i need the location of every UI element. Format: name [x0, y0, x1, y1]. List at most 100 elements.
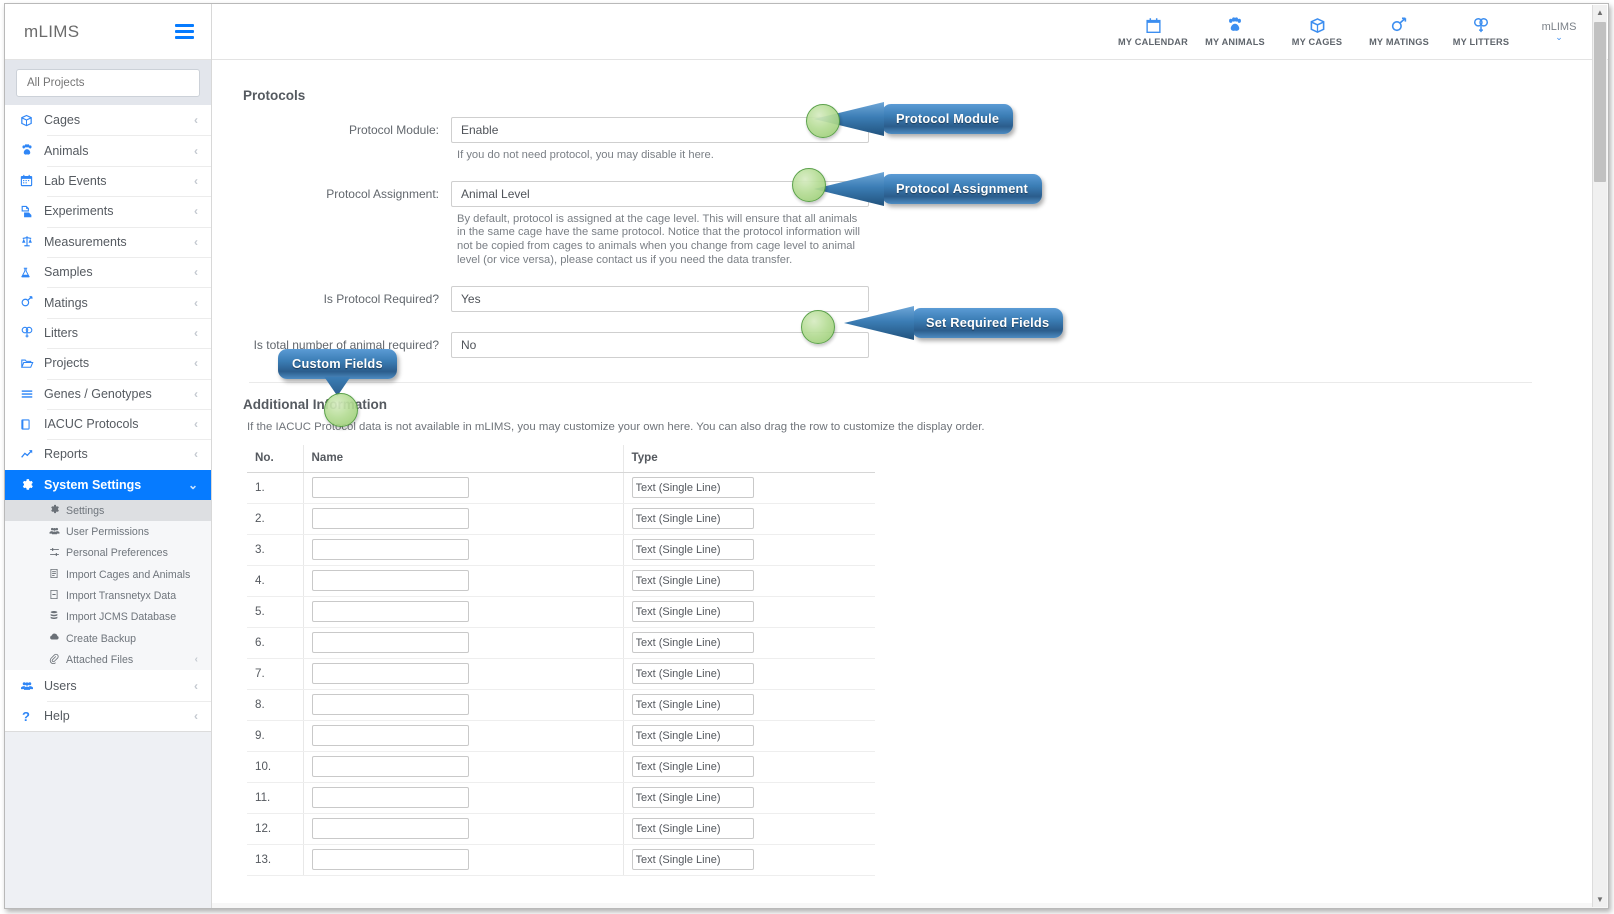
- hamburger-line: [175, 30, 194, 33]
- table-row[interactable]: 7.: [247, 658, 875, 690]
- database-icon: [49, 610, 66, 624]
- sidebar-subitem-import-jcms-database[interactable]: Import JCMS Database: [5, 607, 211, 628]
- project-selector-input[interactable]: [16, 68, 200, 97]
- chevron-left-icon: ‹: [194, 143, 198, 158]
- table-row[interactable]: 12.: [247, 813, 875, 845]
- sidebar-item-system-settings[interactable]: System Settings ⌄: [5, 469, 211, 501]
- table-row[interactable]: 11.: [247, 782, 875, 814]
- topnav-my-matings[interactable]: MY MATINGS: [1358, 16, 1440, 47]
- topnav-my-cages[interactable]: MY CAGES: [1276, 17, 1358, 47]
- sidebar-item-animals[interactable]: Animals ‹: [5, 135, 211, 166]
- table-row[interactable]: 3.: [247, 534, 875, 566]
- table-header-row: No. Name Type: [247, 444, 875, 473]
- custom-field-type-select[interactable]: [631, 694, 754, 716]
- field-hint: By default, protocol is assigned at the …: [457, 212, 860, 266]
- custom-field-name-input[interactable]: [311, 849, 469, 871]
- sidebar-item-experiments[interactable]: Experiments ‹: [5, 196, 211, 227]
- scroll-down-arrow-icon[interactable]: ▼: [1593, 892, 1607, 907]
- table-row[interactable]: 13.: [247, 844, 875, 876]
- custom-field-type-select[interactable]: [631, 539, 754, 561]
- callout-custom-fields: Custom Fields: [278, 349, 397, 396]
- vertical-scrollbar[interactable]: ▲ ▼: [1592, 5, 1607, 907]
- custom-field-name-input[interactable]: [311, 756, 469, 778]
- import-icon: [49, 568, 66, 582]
- custom-field-name-input[interactable]: [311, 539, 469, 561]
- sidebar-item-samples[interactable]: Samples ‹: [5, 256, 211, 288]
- sidebar-subitem-user-permissions[interactable]: User Permissions: [5, 521, 211, 542]
- account-menu[interactable]: mLIMS ⌄: [1528, 21, 1590, 43]
- sidebar-item-users[interactable]: Users ‹: [5, 670, 211, 701]
- sidebar-subitem-create-backup[interactable]: Create Backup: [5, 628, 211, 649]
- sidebar-subitem-import-cages-and-animals[interactable]: Import Cages and Animals: [5, 564, 211, 585]
- folder-icon: [20, 357, 44, 370]
- custom-field-name-input[interactable]: [311, 818, 469, 840]
- sidebar: mLIMS Cages ‹: [5, 4, 212, 908]
- callout-marker-protocol-assignment: [792, 168, 826, 202]
- custom-field-name-input[interactable]: [311, 725, 469, 747]
- sidebar-item-help[interactable]: ? Help ‹: [5, 700, 211, 732]
- topnav-my-litters[interactable]: MY LITTERS: [1440, 17, 1522, 47]
- sidebar-item-label: Help: [44, 709, 70, 724]
- custom-field-name-input[interactable]: [311, 663, 469, 685]
- custom-field-name-input[interactable]: [311, 694, 469, 716]
- custom-field-type-select[interactable]: [631, 601, 754, 623]
- topnav-my-calendar[interactable]: MY CALENDAR: [1112, 17, 1194, 47]
- topnav-my-animals[interactable]: MY ANIMALS: [1194, 16, 1276, 47]
- table-row[interactable]: 6.: [247, 627, 875, 659]
- custom-field-type-select[interactable]: [631, 725, 754, 747]
- table-row[interactable]: 2.: [247, 503, 875, 535]
- sidebar-item-label: Genes / Genotypes: [44, 386, 152, 401]
- table-row[interactable]: 9.: [247, 720, 875, 752]
- custom-field-type-select[interactable]: [631, 849, 754, 871]
- sidebar-item-reports[interactable]: Reports ‹: [5, 439, 211, 470]
- sidebar-item-matings[interactable]: Matings ‹: [5, 287, 211, 318]
- custom-field-name-input[interactable]: [311, 787, 469, 809]
- sidebar-subitem-import-transnetyx-data[interactable]: Import Transnetyx Data: [5, 585, 211, 606]
- sidebar-subitem-settings[interactable]: Settings: [5, 500, 211, 522]
- scroll-up-arrow-icon[interactable]: ▲: [1593, 5, 1607, 20]
- custom-field-type-select[interactable]: [631, 508, 754, 530]
- sliders-icon: [49, 547, 66, 560]
- table-row[interactable]: 8.: [247, 689, 875, 721]
- custom-field-type-select[interactable]: [631, 632, 754, 654]
- row-name-cell: [303, 720, 624, 752]
- topnav-label: MY CALENDAR: [1118, 36, 1188, 47]
- topnav-label: MY CAGES: [1291, 36, 1343, 47]
- sidebar-item-label: Cages: [44, 113, 81, 128]
- custom-field-name-input[interactable]: [311, 508, 469, 530]
- file-icon: [49, 589, 66, 603]
- chevron-left-icon: ‹: [194, 356, 198, 371]
- table-row[interactable]: 5.: [247, 596, 875, 628]
- custom-field-type-select[interactable]: [631, 663, 754, 685]
- custom-field-type-select[interactable]: [631, 570, 754, 592]
- sidebar-item-cages[interactable]: Cages ‹: [5, 105, 211, 136]
- custom-field-name-input[interactable]: [311, 570, 469, 592]
- sidebar-subitem-attached-files[interactable]: Attached Files ‹: [5, 649, 211, 670]
- sidebar-item-label: Users: [44, 678, 77, 693]
- scrollbar-thumb[interactable]: [1594, 22, 1606, 182]
- custom-field-name-input[interactable]: [311, 601, 469, 623]
- question-icon: ?: [22, 708, 30, 724]
- custom-field-name-input[interactable]: [311, 477, 469, 499]
- hamburger-menu-icon[interactable]: [175, 24, 194, 39]
- chevron-left-icon: ‹: [194, 709, 198, 724]
- sidebar-subitem-personal-preferences[interactable]: Personal Preferences: [5, 543, 211, 564]
- custom-field-type-select[interactable]: [631, 477, 754, 499]
- table-row[interactable]: 4.: [247, 565, 875, 597]
- topnav-label: MY LITTERS: [1452, 36, 1510, 47]
- sidebar-item-iacuc-protocols[interactable]: IACUC Protocols ‹: [5, 408, 211, 440]
- table-row[interactable]: 1.: [247, 472, 875, 504]
- sidebar-item-projects[interactable]: Projects ‹: [5, 348, 211, 379]
- sidebar-item-litters[interactable]: Litters ‹: [5, 317, 211, 349]
- table-row[interactable]: 10.: [247, 751, 875, 783]
- sidebar-item-lab-events[interactable]: Lab Events ‹: [5, 165, 211, 197]
- custom-field-type-select[interactable]: [631, 787, 754, 809]
- custom-field-type-select[interactable]: [631, 818, 754, 840]
- custom-fields-table: No. Name Type 1.2.3.4.5.6.7.8.9.10.11.12…: [247, 444, 875, 876]
- sidebar-subitem-label: Settings: [66, 504, 105, 517]
- sidebar-item-measurements[interactable]: Measurements ‹: [5, 226, 211, 257]
- sidebar-item-genes-genotypes[interactable]: Genes / Genotypes ‹: [5, 378, 211, 409]
- is-protocol-required-select[interactable]: [451, 285, 869, 312]
- custom-field-name-input[interactable]: [311, 632, 469, 654]
- custom-field-type-select[interactable]: [631, 756, 754, 778]
